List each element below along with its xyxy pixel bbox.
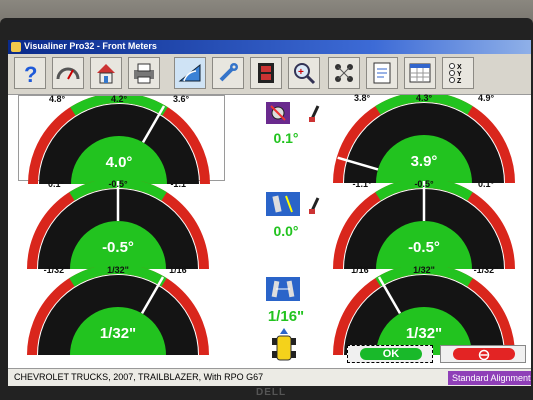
axles-button[interactable] bbox=[328, 57, 360, 89]
film-strip-icon bbox=[258, 63, 274, 83]
toe-left-meter: -1/32" 1/32" 1/16" 1/32" bbox=[18, 265, 218, 359]
gauge-min-label: 1/16" bbox=[351, 265, 373, 275]
gauge-max-label: 3.6° bbox=[172, 94, 190, 104]
vehicle-topview-icon bbox=[271, 328, 297, 367]
question-mark-icon: ? bbox=[24, 62, 37, 85]
zoom-button[interactable]: + bbox=[288, 57, 320, 89]
svg-text:?: ? bbox=[24, 62, 37, 85]
gauge-min-label: 0.1° bbox=[47, 179, 65, 189]
xyz-button[interactable]: X Y Z bbox=[442, 57, 474, 89]
report-button[interactable] bbox=[366, 57, 398, 89]
gauge-dial bbox=[333, 95, 515, 184]
report-icon bbox=[373, 62, 391, 84]
wrench-icon bbox=[219, 63, 238, 82]
window-title: Visualiner Pro32 - Front Meters bbox=[24, 41, 157, 51]
printer-icon bbox=[134, 63, 154, 84]
gauge-dial bbox=[28, 96, 210, 185]
gauge-max-label: 1/16" bbox=[169, 265, 191, 275]
gauge-dial bbox=[27, 267, 209, 356]
svg-text:+: + bbox=[298, 67, 304, 78]
measure-button[interactable] bbox=[174, 57, 206, 89]
gauge-min-label: -1/32" bbox=[43, 265, 69, 275]
gauge-min-label: 4.8° bbox=[48, 94, 66, 104]
help-button[interactable]: ? bbox=[14, 57, 46, 89]
protractor-icon bbox=[178, 63, 201, 82]
gauge-value: 1/32" bbox=[99, 325, 137, 342]
title-bar: Visualiner Pro32 - Front Meters bbox=[8, 40, 531, 54]
caster-wheel-icon bbox=[266, 102, 290, 129]
gauge-value: 3.9° bbox=[410, 153, 438, 170]
gauge-min-label: 3.8° bbox=[353, 93, 371, 103]
toolbar: ? + X Y Z bbox=[8, 54, 531, 95]
gauge-target-label: 4.2° bbox=[110, 94, 128, 104]
camber-wheel-icon bbox=[266, 192, 300, 221]
gauge-value: 1/32" bbox=[405, 325, 443, 342]
camber-right-meter: -1.1° -0.5° 0.1° -0.5° bbox=[324, 179, 524, 273]
gauge-target-label: 1/32" bbox=[413, 265, 435, 275]
gauge-button[interactable] bbox=[52, 57, 84, 89]
gauge-max-label: 0.1° bbox=[477, 179, 495, 189]
application-window: Visualiner Pro32 - Front Meters ? + X Y … bbox=[8, 40, 531, 386]
gauge-value: -0.5° bbox=[408, 239, 440, 256]
caster-adjust-icon bbox=[308, 103, 322, 128]
gauge-dial bbox=[27, 181, 209, 270]
toe-total-value: 1/16" bbox=[267, 308, 305, 325]
camber-left-meter: 0.1° -0.5° -1.1° -0.5° bbox=[18, 179, 218, 273]
xyz-radio-icon: X Y Z bbox=[449, 63, 462, 85]
tools-button[interactable] bbox=[212, 57, 244, 89]
gauge-max-label: -1.1° bbox=[170, 179, 190, 189]
alignment-mode-badge[interactable]: Standard Alignment bbox=[448, 371, 531, 385]
caster-cross-value: 0.1° bbox=[273, 130, 299, 146]
film-button[interactable] bbox=[250, 57, 282, 89]
wheels-icon bbox=[335, 64, 353, 82]
caster-left-meter: 4.8° 4.2° 3.6° 4.0° bbox=[18, 94, 225, 185]
status-bar: CHEVROLET TRUCKS, 2007, TRAILBLAZER, Wit… bbox=[8, 368, 531, 386]
toe-wheels-icon bbox=[266, 277, 300, 306]
gauge-target-label: -0.5° bbox=[414, 179, 434, 189]
xyz-x-label: X bbox=[457, 64, 462, 71]
no-entry-icon bbox=[478, 349, 490, 361]
spreadsheet-icon bbox=[409, 63, 431, 83]
gauge-min-label: -1.1° bbox=[352, 179, 372, 189]
camber-adjust-icon bbox=[308, 195, 322, 220]
gauge-value: 4.0° bbox=[105, 154, 133, 171]
gauge-target-label: 1/32" bbox=[107, 265, 129, 275]
magnifier-icon: + bbox=[294, 63, 316, 85]
ok-button[interactable]: OK bbox=[347, 345, 433, 363]
spreadsheet-button[interactable] bbox=[404, 57, 436, 89]
house-icon bbox=[97, 64, 115, 84]
app-icon bbox=[11, 42, 21, 52]
speedometer-icon bbox=[56, 67, 80, 80]
gauge-target-label: -0.5° bbox=[108, 179, 128, 189]
ok-label: OK bbox=[360, 348, 422, 360]
gauge-max-label: 4.9° bbox=[477, 93, 495, 103]
xyz-y-label: Y bbox=[457, 71, 462, 78]
camber-cross-value: 0.0° bbox=[273, 223, 299, 239]
home-button[interactable] bbox=[90, 57, 122, 89]
monitor-brand-logo: DELL bbox=[256, 387, 287, 398]
gauge-max-label: -1/32" bbox=[473, 265, 499, 275]
print-button[interactable] bbox=[128, 57, 160, 89]
xyz-z-label: Z bbox=[457, 78, 462, 85]
cancel-button[interactable] bbox=[440, 345, 526, 363]
gauge-target-label: 4.3° bbox=[415, 93, 433, 103]
meter-area: 4.8° 4.2° 3.6° 4.0° 3.8° 4.3° 4.9° 3.9° 0.1° -0… bbox=[8, 93, 531, 368]
gauge-value: -0.5° bbox=[102, 239, 134, 256]
vehicle-spec: CHEVROLET TRUCKS, 2007, TRAILBLAZER, Wit… bbox=[14, 372, 264, 382]
caster-right-meter: 3.8° 4.3° 4.9° 3.9° bbox=[324, 93, 524, 187]
gauge-dial bbox=[333, 181, 515, 270]
